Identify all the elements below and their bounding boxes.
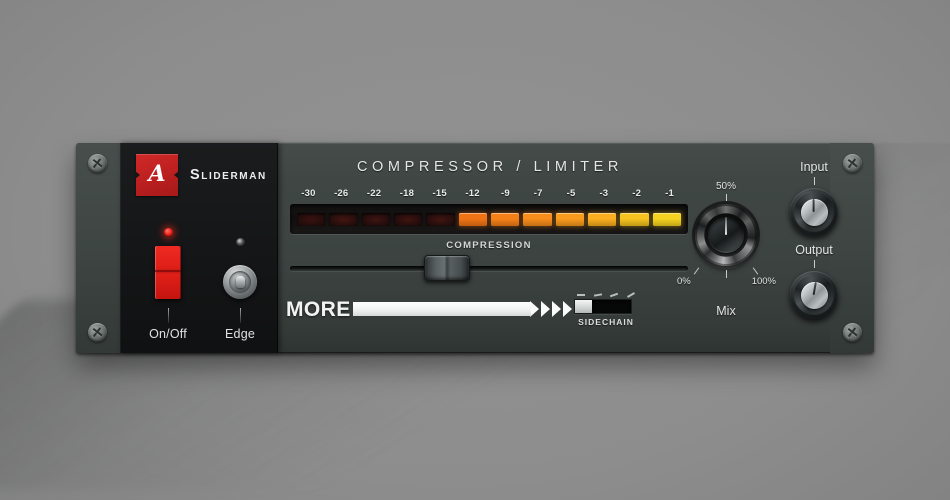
output-knob-pointer xyxy=(813,282,817,296)
more-expander[interactable]: MORE xyxy=(286,296,576,322)
edge-tick-mark xyxy=(239,308,241,323)
power-tick-mark xyxy=(167,308,169,323)
mix-max-tick-mark xyxy=(752,267,759,275)
meter-segment xyxy=(587,212,617,226)
edge-led-icon xyxy=(235,238,245,247)
output-tick-mark xyxy=(813,260,815,268)
compression-slider[interactable] xyxy=(290,255,688,281)
edge-control-group: Edge xyxy=(204,238,276,341)
sliderman-logo-icon: A xyxy=(135,154,179,196)
output-knob-cap xyxy=(800,281,828,309)
meter-scale-tick: -3 xyxy=(599,188,609,199)
screw-top-left-icon xyxy=(88,154,107,173)
power-control-group: On/Off xyxy=(132,228,204,341)
gain-reduction-meter xyxy=(290,204,688,234)
sidechain-label: SIDECHAIN xyxy=(578,317,634,327)
compression-slider-thumb[interactable] xyxy=(424,255,470,281)
meter-segment xyxy=(297,212,326,226)
sidechain-toggle-handle[interactable] xyxy=(575,300,592,313)
meter-segment xyxy=(426,212,455,226)
edge-toggle-switch[interactable] xyxy=(223,265,257,299)
input-knob-group: Input xyxy=(770,160,858,236)
brand-name: Sliderman xyxy=(190,167,267,183)
meter-scale-tick: -2 xyxy=(632,188,642,199)
mix-range-labels: 0% 100% xyxy=(676,267,776,290)
input-tick-mark xyxy=(813,177,815,185)
mix-top-tick-mark xyxy=(725,194,727,201)
chevron-right-icon xyxy=(530,301,576,317)
mix-label: Mix xyxy=(716,304,736,318)
output-label: Output xyxy=(795,243,833,257)
mix-center-tick-mark xyxy=(726,270,727,278)
page-title: COMPRESSOR / LIMITER xyxy=(356,159,624,175)
edge-toggle-bat-icon xyxy=(235,276,245,288)
sidechain-toggle[interactable] xyxy=(574,299,632,314)
meter-scale: -30 -26 -22 -18 -15 -12 -9 -7 -5 -3 -2 -… xyxy=(292,188,686,199)
meter-scale-tick: -5 xyxy=(566,188,576,199)
meter-scale-tick: -22 xyxy=(366,188,382,199)
meter-scale-tick: -15 xyxy=(432,188,447,199)
input-knob-cap xyxy=(800,198,828,226)
power-rocker-switch[interactable] xyxy=(155,246,181,299)
logo-glyph: A xyxy=(148,161,166,187)
meter-scale-tick: -26 xyxy=(334,188,349,199)
meter-segment xyxy=(490,212,520,226)
meter-scale-tick: -12 xyxy=(465,188,480,199)
output-knob-group: Output xyxy=(770,243,858,319)
input-knob[interactable] xyxy=(790,188,838,236)
main-control-section: COMPRESSOR / LIMITER -30 -26 -22 -18 -15… xyxy=(278,143,838,353)
brand-panel: A Sliderman On/Off Edge xyxy=(120,143,278,353)
meter-segment xyxy=(555,212,584,226)
meter-scale-tick: -9 xyxy=(500,188,510,199)
power-led-icon xyxy=(163,228,173,237)
mix-min-tick-mark xyxy=(693,267,700,275)
meter-segment xyxy=(458,212,487,226)
input-label: Input xyxy=(800,160,828,174)
power-label: On/Off xyxy=(149,327,187,341)
edge-label: Edge xyxy=(225,327,255,341)
meter-scale-tick: -7 xyxy=(533,188,543,199)
compression-label: COMPRESSION xyxy=(446,240,532,251)
mix-top-value-label: 50% xyxy=(715,181,736,192)
screw-bottom-right-icon xyxy=(843,323,862,342)
meter-segment xyxy=(620,212,649,226)
input-knob-pointer xyxy=(813,199,815,212)
meter-segment xyxy=(329,212,358,226)
mix-knob-cap xyxy=(708,217,744,253)
sidechain-tick-marks-icon xyxy=(574,289,638,298)
mix-knob-group: 50% 0% 100% Mix xyxy=(676,181,776,318)
rack-ear-left xyxy=(76,143,120,353)
sidechain-group: SIDECHAIN xyxy=(574,289,638,327)
compression-slider-track[interactable] xyxy=(290,266,688,271)
meter-segment xyxy=(361,212,390,226)
meter-scale-tick: -30 xyxy=(301,188,316,199)
mix-knob[interactable] xyxy=(692,201,760,269)
more-label: MORE xyxy=(286,297,351,321)
output-knob[interactable] xyxy=(790,271,838,319)
mix-min-label: 0% xyxy=(677,276,691,287)
meter-segment xyxy=(393,212,423,226)
plugin-rack-panel: A Sliderman On/Off Edge COMPRESSOR / LIM… xyxy=(76,143,874,353)
meter-scale-tick: -18 xyxy=(399,188,415,199)
mix-knob-pointer xyxy=(725,217,727,235)
screw-bottom-left-icon xyxy=(88,323,107,342)
meter-segment xyxy=(523,212,552,226)
brand-logo-row: A Sliderman xyxy=(120,154,278,196)
more-bar[interactable] xyxy=(352,302,531,316)
